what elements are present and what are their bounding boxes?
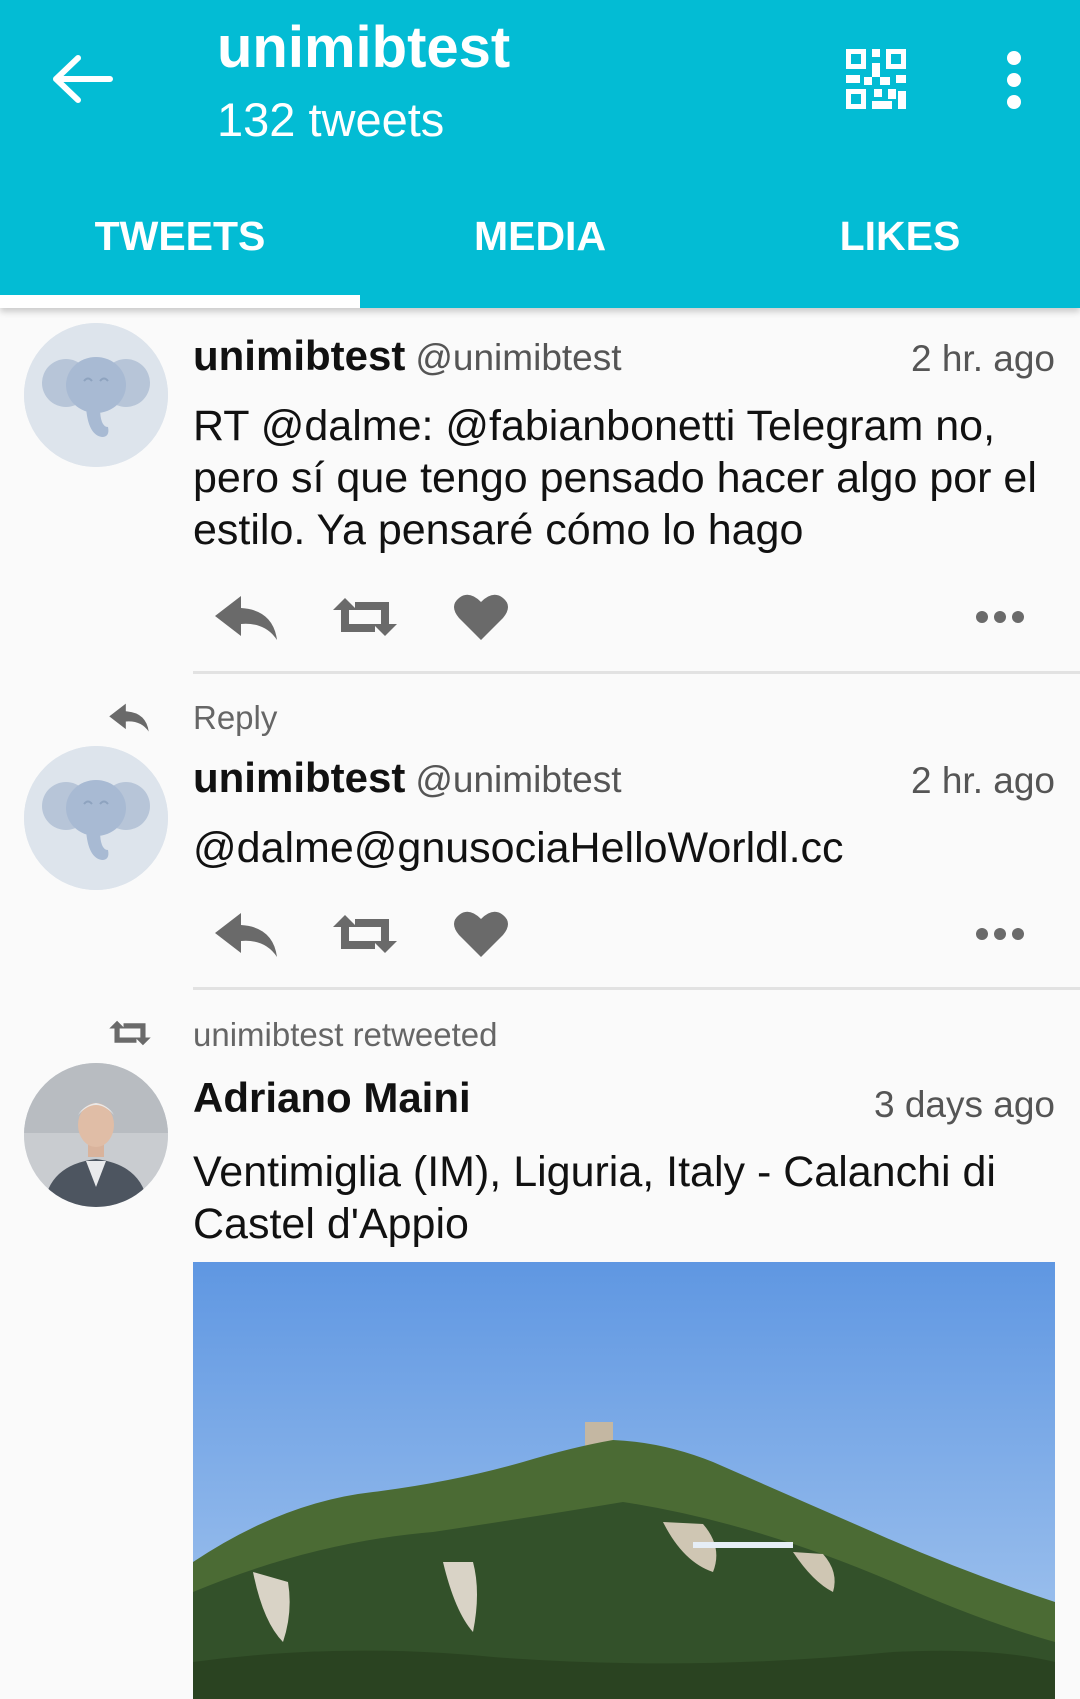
more-vert-icon bbox=[1007, 51, 1021, 109]
elephant-avatar[interactable] bbox=[24, 323, 168, 467]
timeline: unimibtest @unimibtest 2 hr. ago RT @dalm… bbox=[0, 308, 1080, 1699]
divider bbox=[193, 987, 1080, 990]
landscape-photo[interactable] bbox=[193, 1262, 1055, 1699]
overflow-menu-button[interactable] bbox=[996, 50, 1032, 110]
qr-code-icon bbox=[846, 49, 906, 109]
page-title: unimibtest bbox=[217, 15, 511, 80]
reply-icon bbox=[109, 703, 149, 732]
reply-icon bbox=[215, 596, 277, 640]
tab-indicator bbox=[0, 295, 360, 308]
author-handle: @unimibtest bbox=[415, 337, 622, 378]
landscape-image bbox=[193, 1262, 1055, 1699]
tab-media[interactable]: MEDIA bbox=[360, 190, 720, 282]
author-name[interactable]: unimibtest bbox=[193, 754, 405, 801]
qr-code-button[interactable] bbox=[844, 47, 908, 111]
tweet-text: @dalme@gnusociaHelloWorldl.cc bbox=[193, 824, 844, 872]
more-horiz-icon bbox=[976, 611, 1024, 623]
reply-icon bbox=[215, 913, 277, 957]
more-button[interactable] bbox=[975, 587, 1025, 647]
reply-button[interactable] bbox=[213, 904, 279, 964]
author-name[interactable]: Adriano Maini bbox=[193, 1074, 471, 1121]
tweet-item[interactable]: unimibtest @unimibtest 2 hr. ago RT @dalm… bbox=[0, 308, 1080, 680]
author-line: Adriano Maini bbox=[193, 1074, 471, 1122]
heart-icon bbox=[454, 594, 508, 640]
retweet-icon bbox=[333, 598, 397, 636]
tweet-item[interactable]: unimibtest retweeted Adriano Maini 3 day… bbox=[0, 1000, 1080, 1699]
tweet-actions bbox=[193, 587, 1053, 647]
tweet-actions bbox=[193, 904, 1053, 964]
elephant-icon bbox=[24, 323, 168, 467]
retweet-button[interactable] bbox=[331, 904, 399, 964]
author-line: unimibtest @unimibtest bbox=[193, 754, 622, 802]
author-line: unimibtest @unimibtest bbox=[193, 332, 622, 380]
back-button[interactable] bbox=[52, 54, 114, 104]
person-photo-avatar[interactable] bbox=[24, 1063, 168, 1207]
retweet-icon bbox=[109, 1020, 151, 1046]
tweet-item[interactable]: Reply unimibtest @unimibtest 2 hr. ago @d… bbox=[0, 683, 1080, 997]
divider bbox=[193, 671, 1080, 674]
like-button[interactable] bbox=[453, 904, 509, 964]
reply-button[interactable] bbox=[213, 587, 279, 647]
tweet-time: 2 hr. ago bbox=[910, 760, 1055, 801]
tweet-text: Ventimiglia (IM), Liguria, Italy - Calan… bbox=[193, 1148, 996, 1248]
app-bar: unimibtest 132 tweets TWEETS MEDIA LIKES bbox=[0, 0, 1080, 308]
author-handle: @unimibtest bbox=[415, 759, 622, 800]
context-label: unimibtest retweeted bbox=[193, 1016, 498, 1053]
author-name[interactable]: unimibtest bbox=[193, 332, 405, 379]
elephant-icon bbox=[24, 746, 168, 890]
like-button[interactable] bbox=[453, 587, 509, 647]
context-reply bbox=[108, 701, 156, 737]
tweet-time: 3 days ago bbox=[873, 1084, 1055, 1125]
more-button[interactable] bbox=[975, 904, 1025, 964]
tweet-count: 132 tweets bbox=[217, 93, 445, 146]
person-photo-icon bbox=[24, 1063, 168, 1207]
more-horiz-icon bbox=[976, 928, 1024, 940]
tab-tweets[interactable]: TWEETS bbox=[0, 190, 360, 282]
tab-bar: TWEETS MEDIA LIKES bbox=[0, 190, 1080, 308]
retweet-button[interactable] bbox=[331, 587, 399, 647]
tab-likes[interactable]: LIKES bbox=[720, 190, 1080, 282]
context-retweet bbox=[108, 1018, 156, 1054]
arrow-left-icon bbox=[53, 55, 113, 103]
tweet-time: 2 hr. ago bbox=[910, 338, 1055, 379]
elephant-avatar[interactable] bbox=[24, 746, 168, 890]
tweet-text: RT @dalme: @fabianbonetti Telegram no, p… bbox=[193, 402, 1037, 554]
context-label: Reply bbox=[193, 699, 278, 736]
retweet-icon bbox=[333, 915, 397, 953]
heart-icon bbox=[454, 911, 508, 957]
